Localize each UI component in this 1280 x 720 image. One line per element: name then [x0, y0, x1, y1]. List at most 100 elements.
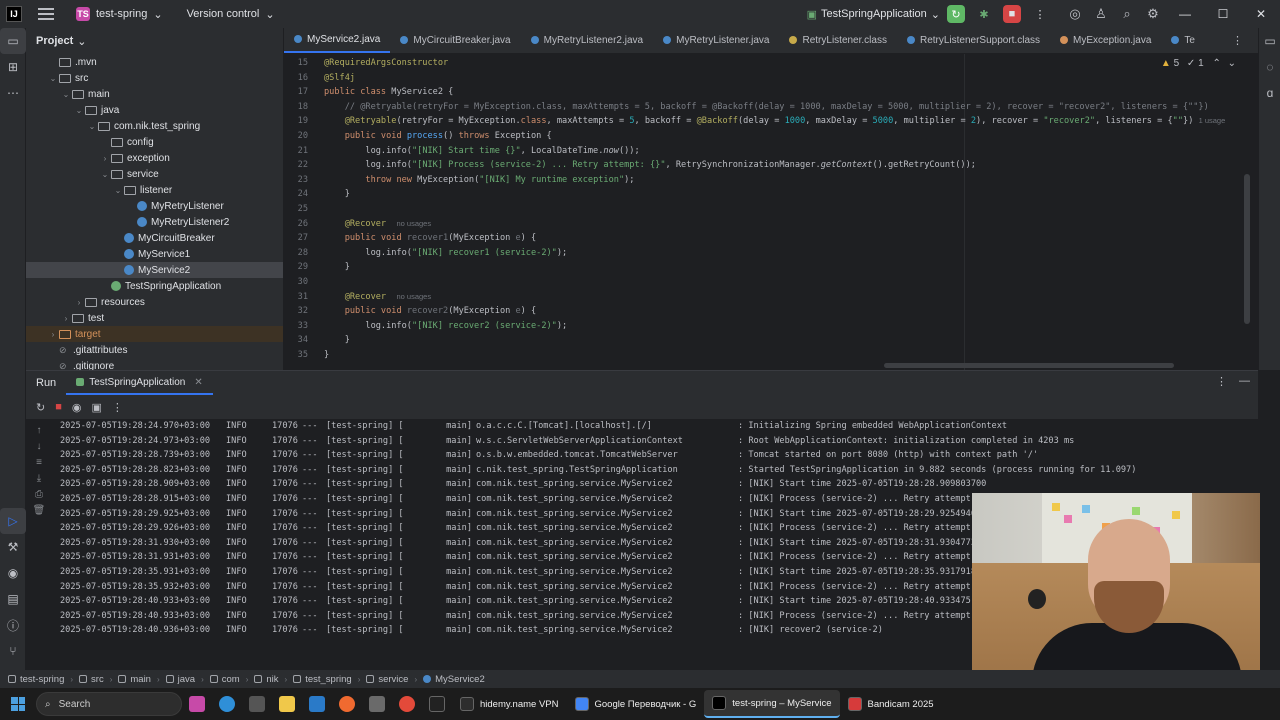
- editor-tab[interactable]: RetryListener.class: [779, 28, 896, 53]
- breadcrumb-item[interactable]: src: [79, 674, 104, 685]
- chevron-right-icon[interactable]: ›: [60, 314, 72, 323]
- chevron-down-icon[interactable]: ⌄: [73, 106, 85, 115]
- run-tool-icon[interactable]: ▷: [0, 508, 26, 534]
- photo-icon[interactable]: [362, 692, 392, 716]
- taskbar-search[interactable]: ⌕ Search: [36, 692, 182, 716]
- run-tab[interactable]: TestSpringApplication ✕: [66, 371, 213, 395]
- system-tray-clock[interactable]: [1214, 692, 1274, 703]
- clear-icon[interactable]: 🗑: [33, 505, 46, 516]
- scroll-to-end-icon[interactable]: ⤓: [37, 473, 41, 484]
- scroll-up-icon[interactable]: ↑: [37, 425, 42, 436]
- tree-item[interactable]: MyRetryListener2: [26, 214, 283, 230]
- run-config-selector[interactable]: TestSpringApplication: [821, 8, 927, 20]
- editor-horizontal-scrollbar[interactable]: [884, 363, 1174, 368]
- more-tools-icon[interactable]: ⋯: [0, 80, 26, 106]
- intellij-taskbar-icon[interactable]: [182, 692, 212, 716]
- rerun-button[interactable]: ↻: [947, 5, 965, 23]
- breadcrumb-item[interactable]: MyService2: [423, 674, 485, 685]
- taskbar-app[interactable]: Bandicam 2025: [840, 690, 942, 718]
- editor-tab[interactable]: MyService2.java: [284, 28, 391, 53]
- breadcrumb-item[interactable]: test_spring: [293, 674, 352, 685]
- more-icon[interactable]: ⋮: [1216, 375, 1227, 388]
- ai-assistant-icon[interactable]: ◎: [1062, 6, 1088, 22]
- inspection-widget[interactable]: ▲ 5 ✓ 1 ⌃ ⌄: [1161, 58, 1236, 69]
- main-menu-icon[interactable]: [38, 8, 54, 20]
- close-icon[interactable]: ✕: [194, 377, 202, 388]
- tree-item[interactable]: ⌄ java: [26, 102, 283, 118]
- stop-icon[interactable]: ■: [55, 401, 62, 413]
- chevron-down-icon[interactable]: ⌄: [86, 122, 98, 131]
- more-actions-icon[interactable]: ⋮: [1031, 5, 1049, 23]
- rerun-icon[interactable]: ↻: [36, 401, 45, 414]
- code-editor[interactable]: ▲ 5 ✓ 1 ⌃ ⌄ 15 @RequiredArgsConstructor 16…: [284, 54, 1258, 370]
- editor-tab[interactable]: MyException.java: [1050, 28, 1161, 53]
- editor-tab[interactable]: MyRetryListener.java: [653, 28, 779, 53]
- tree-item[interactable]: ⌄ src: [26, 70, 283, 86]
- editor-tab[interactable]: Te: [1161, 28, 1205, 53]
- edge-icon[interactable]: [212, 692, 242, 716]
- minimize-button[interactable]: —: [1166, 7, 1204, 21]
- print-icon[interactable]: ⎙: [35, 489, 43, 500]
- structure-tool-icon[interactable]: ⊞: [0, 54, 26, 80]
- version-control-menu[interactable]: Version control ⌄: [181, 3, 281, 25]
- tree-item[interactable]: ⌄ listener: [26, 182, 283, 198]
- chevron-right-icon[interactable]: ›: [47, 330, 59, 339]
- tree-item[interactable]: MyCircuitBreaker: [26, 230, 283, 246]
- tree-item[interactable]: ⌄ com.nik.test_spring: [26, 118, 283, 134]
- breadcrumb-item[interactable]: nik: [254, 674, 279, 685]
- stop-button[interactable]: ■: [1003, 5, 1021, 23]
- chevron-down-icon[interactable]: ⌄: [1228, 58, 1236, 69]
- postman-icon[interactable]: [332, 692, 362, 716]
- tree-item[interactable]: ⌄ service: [26, 166, 283, 182]
- tree-item[interactable]: config: [26, 134, 283, 150]
- maven-icon[interactable]: ◌: [1259, 54, 1280, 80]
- tree-item[interactable]: ⌄ main: [26, 86, 283, 102]
- editor-tab[interactable]: RetryListenerSupport.class: [897, 28, 1050, 53]
- tree-item[interactable]: MyService1: [26, 246, 283, 262]
- editor-vertical-scrollbar[interactable]: [1244, 174, 1250, 324]
- chevron-down-icon[interactable]: ⌄: [60, 90, 72, 99]
- breadcrumb-item[interactable]: java: [165, 674, 195, 685]
- chevron-down-icon[interactable]: ⌄: [112, 186, 124, 195]
- restore-layout-icon[interactable]: ▣: [91, 401, 101, 414]
- chevron-down-icon[interactable]: ⌄: [99, 170, 111, 179]
- run-panel-title[interactable]: Run: [26, 377, 66, 389]
- taskbar-app[interactable]: Google Переводчик - G: [567, 690, 705, 718]
- project-tool-icon[interactable]: ▭: [0, 28, 26, 54]
- more-icon[interactable]: ⋮: [112, 401, 123, 414]
- tree-item[interactable]: MyService2: [26, 262, 283, 278]
- problems-tool-icon[interactable]: ⓘ: [0, 612, 26, 638]
- file-explorer-icon[interactable]: [272, 692, 302, 716]
- tree-item[interactable]: › target: [26, 326, 283, 342]
- breadcrumb-item[interactable]: main: [118, 674, 151, 685]
- ai-icon[interactable]: ɑ: [1259, 80, 1280, 106]
- debug-button[interactable]: ✱: [975, 5, 993, 23]
- add-user-icon[interactable]: ♙: [1088, 6, 1114, 22]
- camera-icon[interactable]: ◉: [72, 401, 82, 414]
- tree-item[interactable]: ⊘ .gitignore: [26, 358, 283, 371]
- wrap-icon[interactable]: ≡: [36, 457, 42, 468]
- close-button[interactable]: ✕: [1242, 7, 1280, 21]
- tabs-more-icon[interactable]: ⋮: [1232, 34, 1272, 47]
- taskbar-app[interactable]: test-spring – MyService: [704, 690, 840, 718]
- taskbar-app[interactable]: hidemy.name VPN: [452, 690, 567, 718]
- breadcrumb-item[interactable]: service: [366, 674, 408, 685]
- project-switcher[interactable]: TS test-spring ⌄: [70, 3, 169, 25]
- tree-item[interactable]: TestSpringApplication: [26, 278, 283, 294]
- tree-item[interactable]: .mvn: [26, 54, 283, 70]
- minimize-panel-icon[interactable]: —: [1239, 375, 1250, 388]
- chevron-up-icon[interactable]: ⌃: [1212, 58, 1220, 69]
- tree-item[interactable]: ⊘ .gitattributes: [26, 342, 283, 358]
- search-icon[interactable]: ⌕: [1114, 6, 1140, 22]
- vscode-icon[interactable]: [302, 692, 332, 716]
- editor-tab[interactable]: MyRetryListener2.java: [521, 28, 653, 53]
- terminal-icon[interactable]: [422, 692, 452, 716]
- maximize-button[interactable]: ☐: [1204, 7, 1242, 21]
- chevron-down-icon[interactable]: ⌄: [47, 74, 59, 83]
- editor-tab[interactable]: MyCircuitBreaker.java: [390, 28, 520, 53]
- chrome-icon[interactable]: [392, 692, 422, 716]
- breadcrumb-item[interactable]: test-spring: [8, 674, 64, 685]
- tree-item[interactable]: MyRetryListener: [26, 198, 283, 214]
- start-button[interactable]: [0, 697, 36, 711]
- build-tool-icon[interactable]: ⚒: [0, 534, 26, 560]
